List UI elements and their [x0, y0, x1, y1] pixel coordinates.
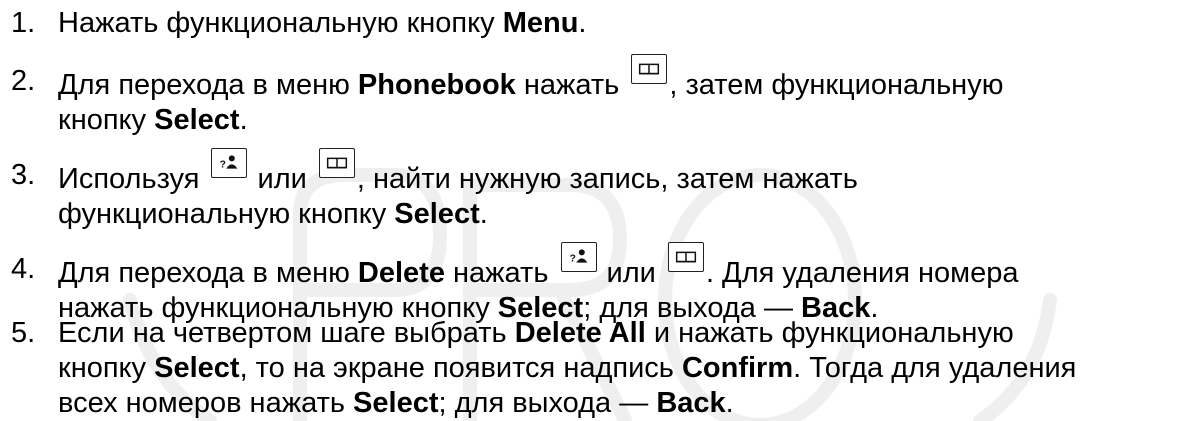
- step-number: 1.: [11, 7, 36, 39]
- select-key-label: Select: [154, 104, 240, 136]
- svg-text:?: ?: [569, 254, 575, 265]
- step-text: Для перехода в меню Delete нажать ? или …: [58, 242, 1018, 326]
- step-number: 5.: [11, 317, 36, 349]
- select-key-label: Select: [353, 387, 439, 419]
- delete-label: Delete: [357, 257, 445, 289]
- step-number: 2.: [11, 65, 36, 97]
- book-icon: [318, 148, 355, 178]
- contact-query-icon: ?: [211, 148, 248, 178]
- step-text: Для перехода в меню Phonebook нажать , з…: [58, 54, 1003, 138]
- select-key-label: Select: [394, 198, 480, 230]
- select-key-label: Select: [154, 352, 240, 384]
- svg-text:?: ?: [220, 160, 226, 171]
- book-icon: [667, 242, 704, 272]
- step-text: Нажать функциональную кнопку Menu.: [58, 7, 587, 39]
- step-text: Если на четвертом шаге выбрать Delete Al…: [58, 317, 1077, 419]
- step-number: 4.: [11, 253, 36, 285]
- step-text: Используя ? или , найти нужную запись, з…: [58, 148, 858, 232]
- delete-all-label: Delete All: [514, 317, 646, 349]
- confirm-label: Confirm: [681, 352, 794, 384]
- book-icon: [631, 54, 668, 84]
- contact-query-icon: ?: [560, 242, 597, 272]
- phonebook-label: Phonebook: [357, 69, 516, 101]
- back-key-label: Back: [656, 387, 726, 419]
- step-number: 3.: [11, 159, 36, 191]
- menu-key-label: Menu: [502, 7, 579, 39]
